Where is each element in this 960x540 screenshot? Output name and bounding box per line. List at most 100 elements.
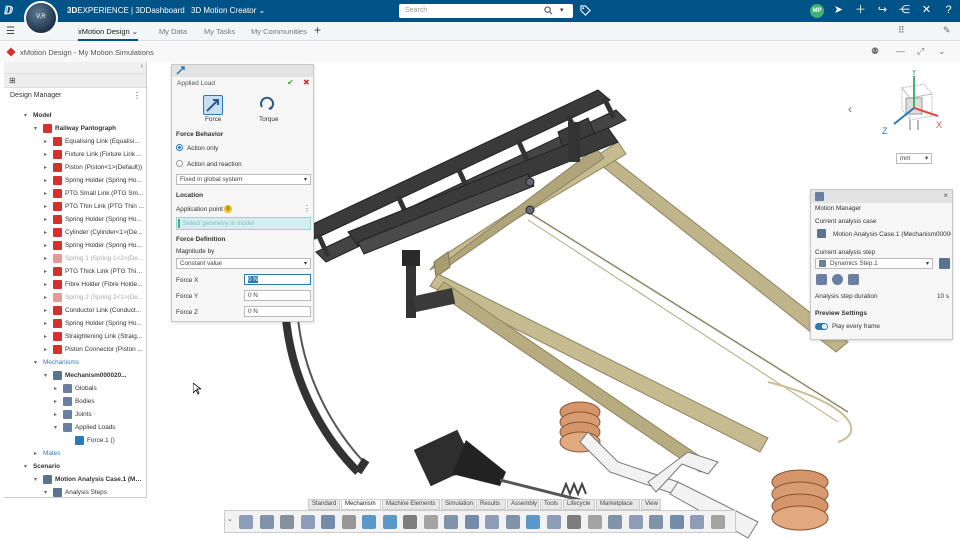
- action-bar-tab[interactable]: View: [641, 499, 661, 510]
- expanded-arrow-icon[interactable]: ▾: [54, 424, 60, 431]
- more-options-icon[interactable]: ⋮: [303, 204, 311, 213]
- spring-icon[interactable]: [505, 515, 520, 529]
- app-title[interactable]: 3DEXPERIENCE | 3DDashboard 3D Motion Cre…: [67, 6, 265, 15]
- expanded-arrow-icon[interactable]: ▾: [34, 125, 40, 132]
- motor-icon[interactable]: [485, 515, 499, 529]
- cancel-icon[interactable]: ✖: [303, 78, 310, 87]
- results-icon[interactable]: [690, 515, 704, 529]
- tree-node[interactable]: ▸ Equalising Link (Equalisi...: [4, 135, 146, 148]
- collapsed-arrow-icon[interactable]: ▸: [44, 307, 50, 314]
- tree-node[interactable]: ▾ Scenario: [4, 460, 146, 473]
- tab-xmotion-design[interactable]: xMotion Design ⌄: [78, 27, 139, 41]
- collapsed-arrow-icon[interactable]: ▸: [44, 320, 50, 327]
- dassault-logo-icon[interactable]: ⅅ: [4, 4, 13, 17]
- gear-icon[interactable]: [832, 274, 843, 285]
- current-step-dropdown[interactable]: Dynamics Step.1 ▾: [815, 258, 933, 269]
- load-icon[interactable]: [526, 515, 540, 529]
- close-icon[interactable]: ×: [943, 191, 948, 200]
- export-icon[interactable]: [710, 515, 725, 529]
- force-button[interactable]: [203, 95, 223, 115]
- help-icon[interactable]: [403, 515, 417, 529]
- expanded-arrow-icon[interactable]: ▾: [34, 359, 40, 366]
- play-every-frame-toggle[interactable]: [815, 323, 828, 330]
- menu-icon[interactable]: ☰: [6, 26, 15, 37]
- collapsed-arrow-icon[interactable]: ▸: [44, 229, 50, 236]
- tree-node[interactable]: ▸ Spring 1 (Spring 1<1>(De...: [4, 252, 146, 265]
- collapsed-arrow-icon[interactable]: ▸: [54, 398, 60, 405]
- collapsed-arrow-icon[interactable]: ▸: [44, 346, 50, 353]
- collapsed-arrow-icon[interactable]: ▸: [44, 294, 50, 301]
- tree-node[interactable]: ▸ Joints: [4, 408, 146, 421]
- cube-icon[interactable]: [444, 515, 458, 529]
- tree-node[interactable]: ▾ Motion Analysis Case.1 (Mo...: [4, 473, 146, 486]
- pencil-icon[interactable]: ✎: [943, 25, 951, 36]
- magnitude-dropdown[interactable]: Constant value ▾: [176, 258, 311, 269]
- tree-icon[interactable]: ⊞: [9, 76, 16, 85]
- force-z-input[interactable]: 0 N: [244, 306, 311, 317]
- contact-icon[interactable]: [546, 515, 561, 529]
- tree-node[interactable]: ▸ PTG Thin Link (PTG Thin ...: [4, 200, 146, 213]
- action-bar-tab[interactable]: Tools: [540, 499, 562, 510]
- collapsed-arrow-icon[interactable]: ▸: [44, 255, 50, 262]
- search-icon[interactable]: [544, 6, 553, 15]
- plot-icon[interactable]: [628, 515, 643, 529]
- grid-view-icon[interactable]: ⠿: [898, 25, 905, 36]
- collapsed-arrow-icon[interactable]: ▸: [44, 203, 50, 210]
- user-icon[interactable]: ⚉: [871, 46, 879, 57]
- collapse-icon[interactable]: ‹: [141, 63, 143, 70]
- tree-node[interactable]: ▸ Spring Holder (Spring Ho...: [4, 239, 146, 252]
- action-bar-tab[interactable]: Assembly: [507, 499, 539, 510]
- collapsed-arrow-icon[interactable]: ▸: [44, 177, 50, 184]
- user-avatar[interactable]: MP: [810, 4, 824, 18]
- collapsed-arrow-icon[interactable]: ▸: [34, 450, 40, 457]
- tree-node[interactable]: ▾ Railway Pantograph: [4, 122, 146, 135]
- tree-node[interactable]: ▸ Mates: [4, 447, 146, 460]
- chevron-left-icon[interactable]: ‹: [848, 102, 852, 116]
- tree-node[interactable]: ▸ Piston (Piston<1>(Default)): [4, 161, 146, 174]
- forward-icon[interactable]: ↪: [876, 4, 889, 17]
- more-options-icon[interactable]: ⋮: [133, 91, 141, 100]
- box-icon[interactable]: [423, 515, 438, 529]
- tree-node[interactable]: ▸ PTG Small Link (PTG Sm...: [4, 187, 146, 200]
- collapsed-arrow-icon[interactable]: ▸: [44, 190, 50, 197]
- geometry-selection-field[interactable]: Select geometry in model: [176, 217, 311, 230]
- tree-node[interactable]: ▸ Bodies: [4, 395, 146, 408]
- measure-icon[interactable]: [567, 515, 581, 529]
- tree-node[interactable]: ▸ Spring Holder (Spring Ho...: [4, 317, 146, 330]
- unit-dropdown[interactable]: mm ▾: [896, 153, 932, 164]
- tab-my-data[interactable]: My Data: [159, 27, 187, 36]
- action-only-radio[interactable]: [176, 144, 183, 151]
- expanded-arrow-icon[interactable]: ▾: [34, 476, 40, 483]
- tree-node[interactable]: ▸ Spring Holder (Spring Ho...: [4, 174, 146, 187]
- action-reaction-radio[interactable]: [176, 160, 183, 167]
- settings-icon[interactable]: [341, 515, 356, 529]
- animate-icon[interactable]: [649, 515, 663, 529]
- torque-button[interactable]: [258, 95, 278, 115]
- add-icon[interactable]: ＋: [854, 4, 867, 17]
- tree-node[interactable]: ▸ Cylinder (Cylinder<1>(De...: [4, 226, 146, 239]
- sensor-icon[interactable]: [587, 515, 602, 529]
- tree-node[interactable]: ▸ Conductor Link (Conduct...: [4, 304, 146, 317]
- action-bar-tab[interactable]: Results: [476, 499, 506, 510]
- chevron-down-icon[interactable]: ⌄: [132, 27, 138, 36]
- action-bar-tab[interactable]: Standard: [308, 499, 340, 510]
- expanded-arrow-icon[interactable]: ▾: [24, 463, 30, 470]
- mechanism-icon[interactable]: [816, 274, 827, 285]
- redo-icon[interactable]: [382, 515, 397, 529]
- collapsed-arrow-icon[interactable]: ▸: [44, 216, 50, 223]
- tree-node[interactable]: ▸ Globals: [4, 382, 146, 395]
- minimize-icon[interactable]: —: [896, 46, 905, 56]
- collapsed-arrow-icon[interactable]: ▸: [44, 138, 50, 145]
- gear-icon[interactable]: [259, 515, 274, 529]
- tree-node[interactable]: ▸ Fibre Holder (Fibre Holde...: [4, 278, 146, 291]
- tree-node[interactable]: ▾ Mechanism000020...: [4, 369, 146, 382]
- collapsed-arrow-icon[interactable]: ▸: [44, 281, 50, 288]
- collapsed-arrow-icon[interactable]: ▸: [44, 268, 50, 275]
- chevron-down-icon[interactable]: ⌄: [227, 515, 233, 523]
- view-cube-icon[interactable]: Y X Z: [872, 70, 944, 140]
- collapsed-arrow-icon[interactable]: ▸: [44, 242, 50, 249]
- chevron-down-icon[interactable]: ⌄: [938, 46, 946, 57]
- action-bar-tab[interactable]: Mechanism: [341, 499, 381, 510]
- tree-node[interactable]: ▸ Spring Holder (Spring Ho...: [4, 213, 146, 226]
- save-icon[interactable]: [280, 515, 294, 529]
